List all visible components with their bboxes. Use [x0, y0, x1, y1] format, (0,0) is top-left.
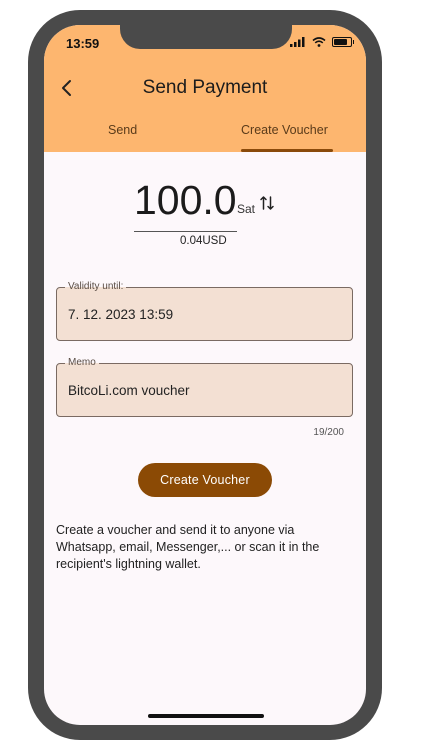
tab-create-voucher[interactable]: Create Voucher	[241, 123, 328, 137]
amount-unit: Sat	[237, 202, 256, 216]
amount-value[interactable]: 100.0	[134, 177, 237, 224]
validity-value[interactable]: 7. 12. 2023 13:59	[68, 307, 173, 322]
validity-field[interactable]: Validity until: 7. 12. 2023 13:59	[56, 281, 353, 341]
memo-value[interactable]: BitcoLi.com voucher	[68, 383, 190, 398]
memo-label: Memo	[65, 357, 99, 368]
page-title: Send Payment	[142, 77, 268, 98]
home-indicator	[148, 714, 264, 718]
validity-label: Validity until:	[65, 281, 127, 292]
active-tab-indicator	[241, 149, 333, 152]
battery-icon	[332, 37, 354, 47]
create-voucher-button[interactable]: Create Voucher	[138, 463, 272, 497]
signal-icon	[290, 37, 305, 47]
app-screen: 13:59 Send Payment Send Create Voucher 1…	[44, 25, 366, 725]
tab-send[interactable]: Send	[108, 123, 137, 137]
wifi-icon	[312, 37, 326, 47]
fiat-value: 0.04USD	[180, 235, 227, 247]
memo-field[interactable]: Memo BitcoLi.com voucher	[56, 357, 353, 417]
status-icons	[290, 37, 354, 47]
voucher-description: Create a voucher and send it to anyone v…	[56, 523, 320, 571]
swap-vertical-icon[interactable]	[259, 194, 275, 212]
memo-char-counter: 19/200	[313, 427, 344, 438]
device-notch	[120, 25, 292, 49]
app-header: 13:59 Send Payment Send Create Voucher	[44, 25, 366, 152]
amount-underline	[134, 231, 237, 232]
status-time: 13:59	[66, 36, 100, 51]
